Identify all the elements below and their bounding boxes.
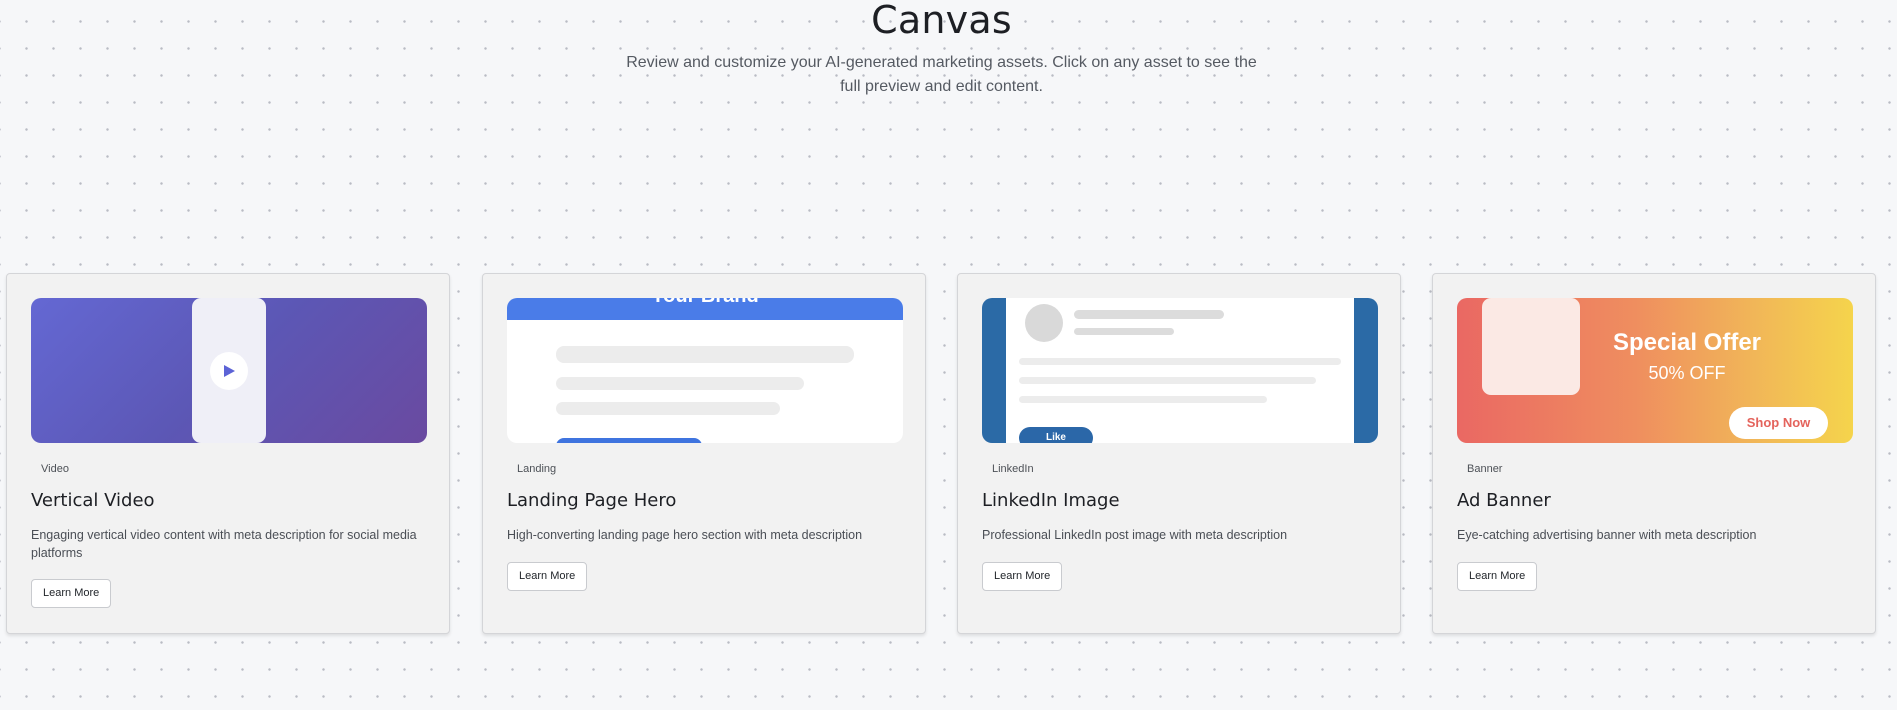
- asset-card-linkedin-image[interactable]: Like LinkedIn LinkedIn Image Professiona…: [957, 273, 1401, 634]
- page-title: Canvas: [871, 0, 1012, 42]
- skeleton-line: [1019, 358, 1341, 365]
- skeleton-line: [1074, 328, 1174, 335]
- card-description: Eye-catching advertising banner with met…: [1457, 528, 1757, 542]
- banner-discount: 50% OFF: [1648, 363, 1726, 383]
- skeleton-line: [556, 377, 804, 390]
- brand-text: Your Brand: [507, 298, 903, 308]
- card-title: Vertical Video: [31, 490, 155, 511]
- skeleton-line: [1019, 377, 1316, 384]
- ad-banner-preview[interactable]: Special Offer 50% OFF Shop Now: [1457, 298, 1853, 443]
- card-description: Engaging vertical video content with met…: [31, 528, 417, 560]
- avatar: [1025, 304, 1063, 342]
- asset-card-vertical-video[interactable]: Video Vertical Video Engaging vertical v…: [6, 273, 450, 634]
- asset-card-landing-page-hero[interactable]: Your Brand Landing Landing Page Hero Hig…: [482, 273, 926, 634]
- asset-type-tag: Video: [41, 463, 69, 475]
- landing-page-preview[interactable]: Your Brand: [507, 298, 903, 443]
- learn-more-button[interactable]: Learn More: [507, 562, 588, 591]
- learn-more-button[interactable]: Learn More: [1457, 562, 1538, 591]
- banner-headline: Special Offer: [1612, 329, 1762, 356]
- card-title: Landing Page Hero: [507, 490, 677, 511]
- card-title: Ad Banner: [1457, 490, 1551, 511]
- skeleton-line: [556, 402, 780, 415]
- shop-now-button: Shop Now: [1729, 407, 1828, 439]
- asset-type-tag: LinkedIn: [992, 463, 1034, 475]
- asset-card-ad-banner[interactable]: Special Offer 50% OFF Shop Now Banner Ad…: [1432, 273, 1876, 634]
- learn-more-button[interactable]: Learn More: [982, 562, 1063, 591]
- card-description: High-converting landing page hero sectio…: [507, 528, 863, 542]
- like-button: Like: [1019, 427, 1093, 443]
- asset-type-tag: Landing: [517, 463, 557, 475]
- linkedin-image-preview[interactable]: Like: [982, 298, 1378, 443]
- banner-image-placeholder: [1482, 298, 1580, 395]
- play-icon[interactable]: [210, 352, 248, 390]
- card-title: LinkedIn Image: [982, 490, 1120, 511]
- page-subtitle: Review and customize your AI-generated m…: [626, 54, 1257, 95]
- card-description: Professional LinkedIn post image with me…: [982, 528, 1288, 542]
- landing-cta-button: [556, 438, 702, 443]
- skeleton-line: [556, 346, 854, 363]
- linkedin-post-mockup: Like: [1006, 298, 1354, 443]
- skeleton-line: [1074, 310, 1224, 319]
- asset-type-tag: Banner: [1467, 463, 1503, 475]
- vertical-video-preview[interactable]: [31, 298, 427, 443]
- skeleton-line: [1019, 396, 1267, 403]
- landing-header-bar: Your Brand: [507, 298, 903, 320]
- learn-more-button[interactable]: Learn More: [31, 579, 112, 608]
- phone-mockup: [192, 298, 266, 443]
- page-header: Canvas Review and customize your AI-gene…: [0, 0, 1883, 99]
